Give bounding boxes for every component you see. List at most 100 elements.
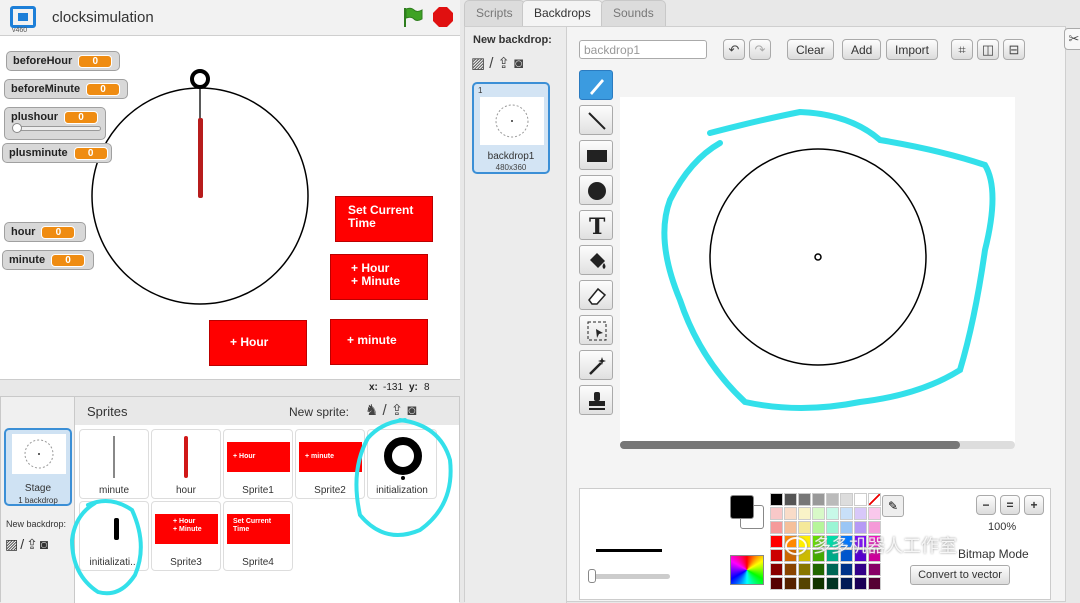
upload-icon[interactable]: ⇪	[26, 536, 40, 552]
sprite-library-icon[interactable]: ♞	[365, 402, 382, 419]
slider-knob[interactable]	[12, 123, 22, 133]
camera-sprite-icon[interactable]: ◙	[407, 402, 420, 419]
magic-wand-tool[interactable]	[579, 350, 613, 380]
eraser-tool[interactable]	[579, 280, 613, 310]
zoom-out-button[interactable]: −	[976, 495, 996, 515]
color-swatch[interactable]	[854, 507, 867, 520]
library-icon[interactable]: ▨	[5, 536, 20, 552]
monitor-hour[interactable]: hour 0	[4, 222, 86, 242]
import-button[interactable]: Import	[886, 39, 939, 60]
stop-sign-icon[interactable]	[433, 7, 453, 27]
color-picker[interactable]	[730, 555, 764, 585]
scissors-icon[interactable]: ✂	[1064, 28, 1080, 50]
flip-vertical-icon[interactable]: ⊟	[1003, 39, 1025, 60]
plus-hour-button[interactable]: + Hour	[209, 320, 307, 366]
undo-icon[interactable]: ↶	[723, 39, 745, 60]
zoom-reset-button[interactable]: =	[1000, 495, 1020, 515]
sprite-tile-sprite1[interactable]: + Hour Sprite1	[223, 429, 293, 499]
color-swatch[interactable]	[784, 563, 797, 576]
color-swatch[interactable]	[826, 563, 839, 576]
sprite-tile-sprite4[interactable]: Set Current Time Sprite4	[223, 501, 293, 571]
color-swatch[interactable]	[770, 563, 783, 576]
monitor-minute[interactable]: minute 0	[2, 250, 94, 270]
color-swatch[interactable]	[826, 577, 839, 590]
sprite-tile-sprite3[interactable]: + Hour + Minute Sprite3	[151, 501, 221, 571]
color-swatch[interactable]	[840, 563, 853, 576]
tab-scripts[interactable]: Scripts	[464, 0, 525, 26]
sprite-tile-minute[interactable]: minute	[79, 429, 149, 499]
color-swatch[interactable]	[770, 535, 783, 548]
color-swatch[interactable]	[868, 577, 881, 590]
tab-sounds[interactable]: Sounds	[601, 0, 666, 26]
costume-name-input[interactable]	[579, 40, 707, 59]
backdrop-tile[interactable]: 1 backdrop1 480x360	[472, 82, 550, 174]
zoom-in-button[interactable]: +	[1024, 495, 1044, 515]
paint-sprite-icon[interactable]: /	[382, 402, 390, 419]
sprite-tile-hour[interactable]: hour	[151, 429, 221, 499]
paint-canvas[interactable]	[620, 97, 1015, 447]
color-swatch[interactable]	[868, 493, 881, 506]
stroke-width-knob[interactable]	[588, 569, 596, 583]
color-swatch[interactable]	[826, 493, 839, 506]
camera-icon[interactable]: ◙	[40, 536, 50, 552]
color-swatch[interactable]	[826, 507, 839, 520]
color-swatch[interactable]	[770, 577, 783, 590]
color-swatch[interactable]	[854, 563, 867, 576]
sprite-tile-initialization-2[interactable]: initializati...	[79, 501, 149, 571]
stage-thumbnail[interactable]: Stage 1 backdrop	[4, 428, 72, 506]
monitor-plushour[interactable]: plushour 0	[4, 107, 106, 140]
add-button[interactable]: Add	[842, 39, 882, 60]
project-title[interactable]: clocksimulation	[52, 9, 154, 26]
clear-button[interactable]: Clear	[787, 39, 834, 60]
color-swatch[interactable]	[798, 577, 811, 590]
sprite-tile-initialization[interactable]: initialization	[367, 429, 437, 499]
stroke-width-slider[interactable]	[590, 574, 670, 579]
brush-tool[interactable]	[579, 70, 613, 100]
primary-color-swatch[interactable]	[730, 495, 754, 519]
color-swatch[interactable]	[854, 493, 867, 506]
stage[interactable]: beforeHour 0 beforeMinute 0 plushour 0 plus…	[0, 36, 460, 380]
color-swatch[interactable]	[854, 577, 867, 590]
color-swatch[interactable]	[798, 563, 811, 576]
color-swatch[interactable]	[798, 507, 811, 520]
ellipse-tool[interactable]	[579, 175, 613, 205]
color-swatch[interactable]	[770, 493, 783, 506]
convert-to-vector-button[interactable]: Convert to vector	[910, 565, 1010, 585]
plushour-slider[interactable]	[12, 123, 101, 133]
camera-icon[interactable]: ◙	[514, 55, 527, 72]
monitor-beforeminute[interactable]: beforeMinute 0	[4, 79, 128, 99]
text-tool[interactable]: T	[579, 210, 613, 240]
color-swatch[interactable]	[770, 549, 783, 562]
rectangle-tool[interactable]	[579, 140, 613, 170]
sprite-tile-sprite2[interactable]: + minute Sprite2	[295, 429, 365, 499]
color-swatch[interactable]	[784, 577, 797, 590]
color-swatch[interactable]	[840, 507, 853, 520]
color-swatch[interactable]	[770, 507, 783, 520]
tab-backdrops[interactable]: Backdrops	[522, 0, 603, 27]
color-swatch[interactable]	[784, 507, 797, 520]
crop-icon[interactable]: ⌗	[951, 39, 973, 60]
green-flag-icon[interactable]	[401, 6, 423, 28]
color-swatch[interactable]	[840, 493, 853, 506]
library-icon[interactable]: ▨	[471, 55, 489, 72]
plus-minute-button[interactable]: + minute	[330, 319, 428, 365]
eyedropper-icon[interactable]: ✎	[882, 495, 904, 517]
color-swatch[interactable]	[812, 577, 825, 590]
color-swatch[interactable]	[868, 563, 881, 576]
color-swatch[interactable]	[812, 563, 825, 576]
hour-minute-button[interactable]: + Hour + Minute	[330, 254, 428, 300]
monitor-plusminute[interactable]: plusminute 0	[2, 143, 112, 163]
monitor-beforehour[interactable]: beforeHour 0	[6, 51, 120, 71]
line-tool[interactable]	[579, 105, 613, 135]
color-swatch[interactable]	[840, 577, 853, 590]
color-swatch[interactable]	[770, 521, 783, 534]
upload-icon[interactable]: ⇪	[497, 55, 514, 72]
fill-tool[interactable]	[579, 245, 613, 275]
stamp-tool[interactable]	[579, 385, 613, 415]
color-swatch[interactable]	[812, 507, 825, 520]
color-swatch[interactable]	[868, 507, 881, 520]
select-tool[interactable]	[579, 315, 613, 345]
fullscreen-toggle-icon[interactable]	[10, 6, 36, 28]
color-swatch[interactable]	[798, 493, 811, 506]
canvas-horizontal-scrollbar[interactable]	[620, 441, 1015, 449]
